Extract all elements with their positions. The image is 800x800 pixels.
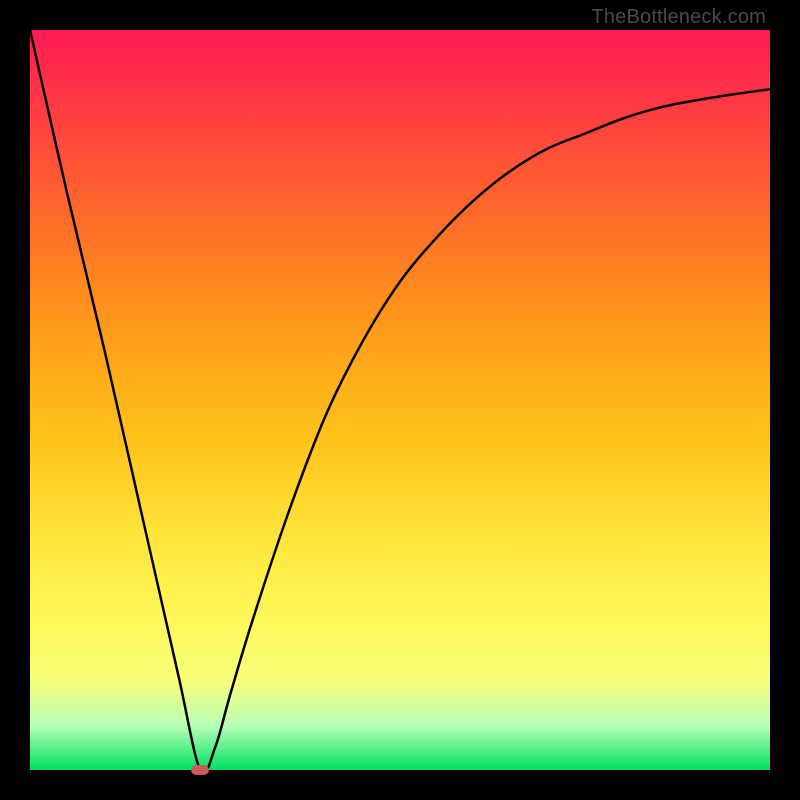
watermark-text: TheBottleneck.com [591,6,766,29]
plot-area [30,30,770,770]
bottleneck-curve [30,30,770,770]
minimum-marker [191,765,209,775]
chart-frame: TheBottleneck.com [0,0,800,800]
